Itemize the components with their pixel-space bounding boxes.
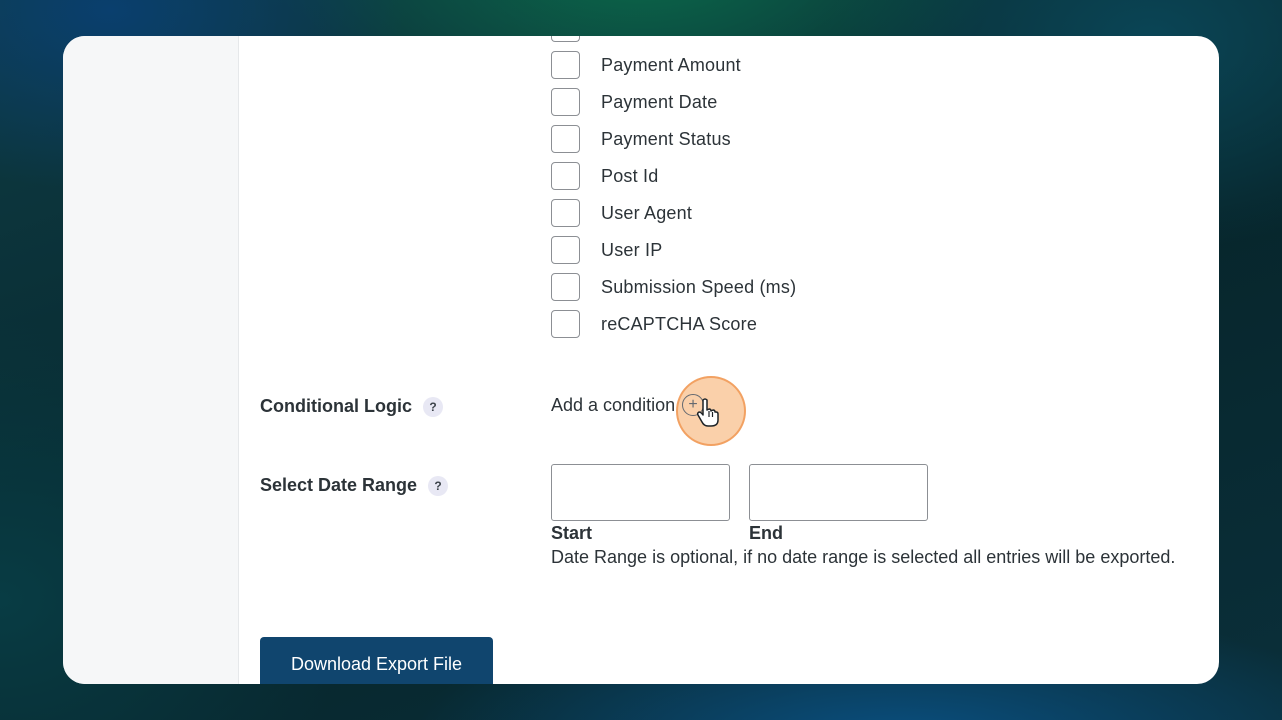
field-option-payment-date[interactable]: Payment Date bbox=[551, 88, 717, 116]
start-date-input[interactable] bbox=[551, 464, 730, 521]
app-window: Payment Amount Payment Date Payment Stat… bbox=[63, 36, 1219, 684]
checkbox-label: User Agent bbox=[601, 202, 693, 223]
field-option-payment-status[interactable]: Payment Status bbox=[551, 125, 731, 153]
checkbox[interactable] bbox=[551, 310, 580, 338]
download-export-button[interactable]: Download Export File bbox=[260, 637, 493, 684]
field-option-recaptcha-score[interactable]: reCAPTCHA Score bbox=[551, 310, 757, 338]
start-date-caption: Start bbox=[551, 523, 593, 543]
field-option-user-agent[interactable]: User Agent bbox=[551, 199, 692, 227]
checkbox-label: Post Id bbox=[601, 165, 659, 186]
date-range-label: Select Date Range ? bbox=[260, 475, 449, 496]
checkbox[interactable] bbox=[551, 199, 580, 227]
checkbox-label: Payment Date bbox=[601, 91, 718, 112]
field-option-submission-speed[interactable]: Submission Speed (ms) bbox=[551, 273, 796, 301]
help-icon[interactable]: ? bbox=[428, 475, 449, 496]
conditional-logic-label: Conditional Logic ? bbox=[260, 396, 443, 417]
checkbox-label: User IP bbox=[601, 239, 663, 260]
conditional-logic-title: Conditional Logic bbox=[260, 396, 412, 416]
end-date-input[interactable] bbox=[749, 464, 928, 521]
end-date-caption: End bbox=[749, 523, 783, 543]
date-range-title: Select Date Range bbox=[260, 475, 418, 495]
help-icon[interactable]: ? bbox=[422, 396, 443, 417]
checkbox-label: Payment Amount bbox=[601, 54, 741, 75]
add-condition[interactable]: Add a condition + bbox=[551, 394, 705, 416]
checkbox[interactable] bbox=[551, 236, 580, 264]
checkbox[interactable] bbox=[551, 273, 580, 301]
checkbox[interactable] bbox=[551, 51, 580, 79]
checkbox-label: Submission Speed (ms) bbox=[601, 276, 797, 297]
checkbox[interactable] bbox=[551, 162, 580, 190]
field-option-user-ip[interactable]: User IP bbox=[551, 236, 662, 264]
checkbox[interactable] bbox=[551, 125, 580, 153]
field-option-post-id[interactable]: Post Id bbox=[551, 162, 658, 190]
field-option-payment-amount[interactable]: Payment Amount bbox=[551, 51, 741, 79]
date-range-note: Date Range is optional, if no date range… bbox=[551, 547, 1176, 567]
export-form: Payment Amount Payment Date Payment Stat… bbox=[239, 36, 1219, 684]
checkbox-label: Payment Status bbox=[601, 128, 731, 149]
checkbox[interactable] bbox=[551, 88, 580, 116]
sidebar bbox=[63, 36, 239, 684]
add-condition-label[interactable]: Add a condition bbox=[551, 395, 675, 416]
hand-pointer-cursor-icon bbox=[696, 398, 719, 427]
checkbox-label: reCAPTCHA Score bbox=[601, 313, 758, 334]
checkbox-partial[interactable] bbox=[551, 36, 580, 42]
